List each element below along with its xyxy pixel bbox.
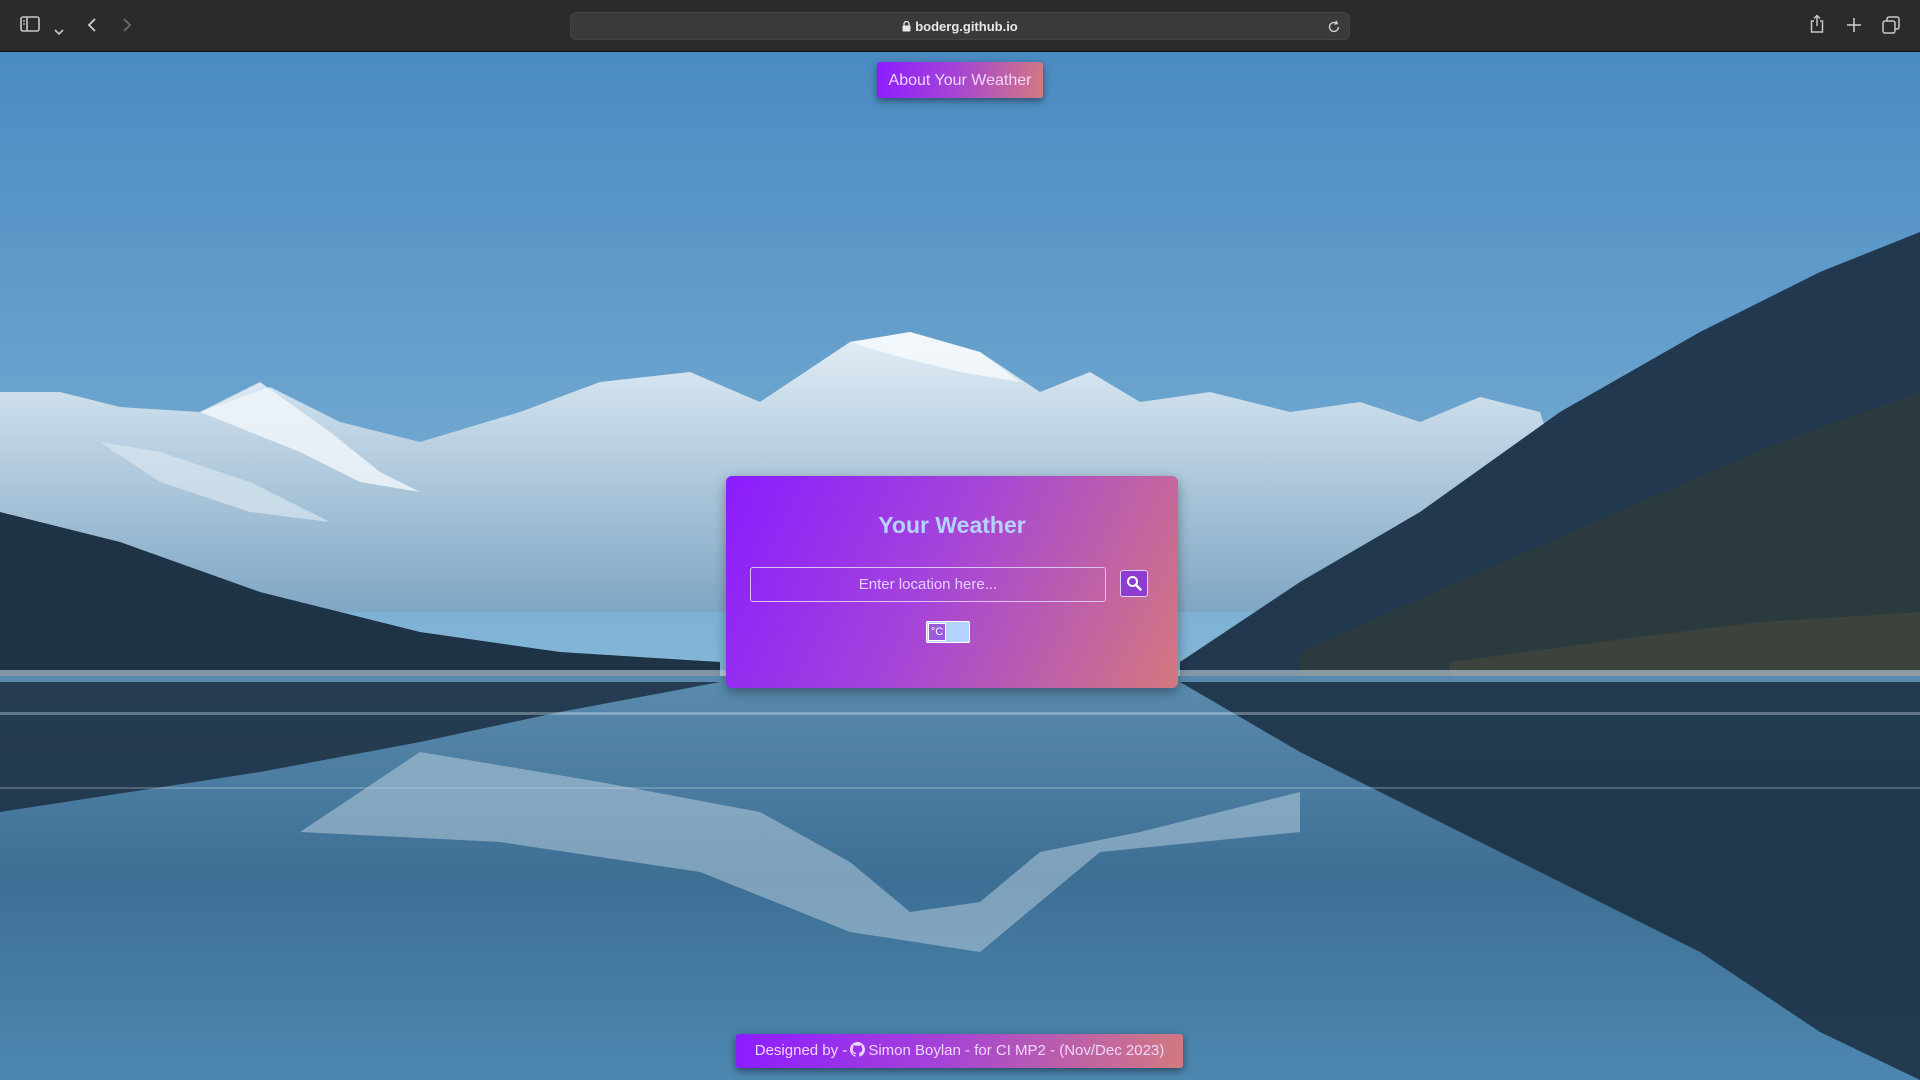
footer-author[interactable]: Simon Boylan - for CI MP2 - (Nov/Dec 202… xyxy=(868,1042,1164,1059)
address-bar[interactable]: boderg.github.io xyxy=(570,12,1350,40)
reload-icon[interactable] xyxy=(1327,19,1341,38)
back-icon[interactable] xyxy=(86,17,98,37)
lock-icon xyxy=(902,20,911,35)
tabs-overview-icon[interactable] xyxy=(1882,16,1900,38)
browser-toolbar: boderg.github.io xyxy=(0,0,1920,52)
new-tab-icon[interactable] xyxy=(1846,17,1862,37)
sidebar-icon[interactable] xyxy=(20,15,40,37)
unit-toggle[interactable]: °C xyxy=(926,621,970,643)
github-icon[interactable] xyxy=(850,1036,866,1070)
weather-card: Your Weather °C xyxy=(726,476,1178,688)
about-button[interactable]: About Your Weather xyxy=(877,62,1043,98)
app-title: Your Weather xyxy=(878,512,1026,538)
url-text: boderg.github.io xyxy=(915,19,1018,34)
search-button[interactable] xyxy=(1120,570,1148,597)
location-search-input[interactable] xyxy=(750,567,1106,602)
unit-toggle-knob: °C xyxy=(928,623,946,641)
web-page: About Your Weather Your Weather °C Desig… xyxy=(0,52,1920,1080)
share-icon[interactable] xyxy=(1809,14,1825,38)
chevron-down-icon[interactable] xyxy=(54,21,64,40)
footer-prefix: Designed by - xyxy=(754,1042,848,1059)
footer-credit: Designed by - Simon Boylan - for CI MP2 -… xyxy=(736,1034,1183,1068)
forward-icon[interactable] xyxy=(121,17,133,37)
